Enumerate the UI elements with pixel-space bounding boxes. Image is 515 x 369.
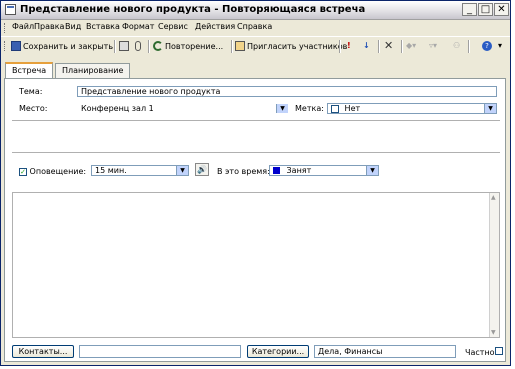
- menu-format[interactable]: Формат: [122, 22, 154, 31]
- save-icon: [11, 41, 21, 51]
- toolbar-separator: [231, 40, 233, 53]
- divider: [12, 120, 500, 121]
- next-item-button[interactable]: ▿▾: [429, 41, 437, 50]
- save-close-button[interactable]: Сохранить и закрыть: [11, 41, 113, 51]
- toolbar-separator: [148, 40, 150, 53]
- categories-field[interactable]: Дела, Финансы: [314, 345, 456, 358]
- label-value: Нет: [344, 104, 361, 113]
- label-dropdown-icon[interactable]: ▼: [484, 104, 496, 113]
- notes-scrollbar[interactable]: ▲ ▼: [489, 193, 499, 337]
- toolbar-separator: [401, 40, 403, 53]
- menu-file[interactable]: Файл: [12, 22, 34, 31]
- label-select[interactable]: Нет ▼: [327, 103, 497, 114]
- previous-arrow-icon: ◆▾: [406, 41, 417, 50]
- toolbar-separator: [378, 40, 380, 53]
- minimize-button[interactable]: _: [462, 3, 477, 16]
- location-field[interactable]: Конференц зал 1 ▼: [77, 103, 289, 114]
- next-arrow-icon: ▿▾: [429, 41, 438, 50]
- label-color-swatch: [331, 104, 339, 113]
- location-label: Место:: [19, 104, 48, 113]
- attach-button[interactable]: [135, 41, 141, 51]
- importance-low-button[interactable]: ↓: [363, 41, 370, 50]
- title-bar: Представление нового продукта - Повторяю…: [1, 1, 510, 20]
- label-label: Метка:: [295, 104, 324, 113]
- appointment-icon: [5, 4, 16, 15]
- menu-tools[interactable]: Сервис: [158, 22, 188, 31]
- recurrence-button[interactable]: Повторение...: [153, 41, 223, 51]
- recurrence-icon: [153, 41, 163, 51]
- standard-toolbar: Сохранить и закрыть Повторение... Пригла…: [1, 36, 510, 57]
- reminder-select[interactable]: 15 мин. ▼: [91, 165, 189, 176]
- reminder-checkbox[interactable]: ✓: [19, 167, 27, 176]
- location-dropdown-icon[interactable]: ▼: [276, 104, 288, 113]
- contacts-button[interactable]: Контакты...: [12, 345, 74, 358]
- contacts-field[interactable]: [79, 345, 241, 358]
- importance-high-button[interactable]: !: [347, 41, 351, 50]
- menu-bar: Файл Правка Вид Вставка Формат Сервис Де…: [1, 20, 510, 35]
- show-as-label: В это время:: [217, 167, 270, 176]
- location-value: Конференц зал 1: [81, 104, 154, 113]
- appointment-panel: Тема: Представление нового продукта Мест…: [4, 78, 506, 362]
- toolbar-separator: [339, 40, 341, 53]
- printer-icon: [119, 41, 129, 51]
- help-button[interactable]: ?: [482, 41, 492, 51]
- print-button[interactable]: [119, 41, 129, 51]
- show-as-value: Занят: [286, 166, 312, 175]
- scroll-down-icon[interactable]: ▼: [491, 329, 496, 336]
- previous-item-button[interactable]: ◆▾: [406, 41, 416, 50]
- address-book-button[interactable]: ⚇: [453, 41, 460, 50]
- menu-grip: [4, 23, 7, 33]
- reminder-toggle[interactable]: ✓ Оповещение:: [19, 167, 86, 176]
- menu-insert[interactable]: Вставка: [86, 22, 120, 31]
- window-title: Представление нового продукта - Повторяю…: [20, 4, 366, 15]
- recurrence-label: Повторение...: [165, 41, 224, 51]
- reminder-sound-button[interactable]: 🔊: [195, 163, 209, 176]
- invite-icon: [235, 41, 245, 51]
- invite-label: Пригласить участников: [247, 41, 348, 51]
- down-arrow-icon: ↓: [363, 41, 370, 50]
- show-as-select[interactable]: Занят ▼: [269, 165, 379, 176]
- reminder-value: 15 мин.: [95, 166, 127, 175]
- scroll-up-icon[interactable]: ▲: [491, 194, 496, 201]
- delete-x-icon: ✕: [384, 39, 394, 52]
- menu-view[interactable]: Вид: [65, 22, 81, 31]
- menu-actions[interactable]: Действия: [195, 22, 235, 31]
- invite-attendees-button[interactable]: Пригласить участников: [235, 41, 347, 51]
- toolbar-separator: [114, 40, 116, 53]
- address-book-icon: ⚇: [453, 41, 461, 50]
- show-as-dropdown-icon[interactable]: ▼: [366, 166, 378, 175]
- notes-area[interactable]: ▲ ▼: [12, 192, 500, 338]
- exclamation-icon: !: [347, 41, 351, 50]
- close-button[interactable]: ✕: [494, 3, 509, 16]
- private-checkbox[interactable]: [495, 347, 503, 355]
- maximize-button[interactable]: □: [478, 3, 493, 16]
- subject-label: Тема:: [19, 87, 43, 96]
- menu-edit[interactable]: Правка: [34, 22, 64, 31]
- speaker-icon: 🔊: [197, 165, 207, 174]
- paperclip-icon: [135, 41, 141, 51]
- toolbar-options-button[interactable]: ▾: [498, 41, 502, 50]
- divider: [12, 152, 500, 153]
- busy-color-swatch: [273, 167, 280, 174]
- categories-button[interactable]: Категории...: [247, 345, 309, 358]
- help-icon: ?: [482, 41, 492, 51]
- reminder-label: Оповещение:: [29, 167, 87, 176]
- toolbar-grip: [4, 41, 7, 51]
- subject-field[interactable]: Представление нового продукта: [77, 86, 497, 97]
- toolbar-separator: [468, 40, 470, 53]
- chevron-down-icon: ▾: [498, 41, 503, 50]
- appointment-window: Представление нового продукта - Повторяю…: [0, 0, 511, 366]
- reminder-dropdown-icon[interactable]: ▼: [176, 166, 188, 175]
- save-close-label: Сохранить и закрыть: [23, 41, 114, 51]
- menu-help[interactable]: Справка: [237, 22, 272, 31]
- delete-button[interactable]: ✕: [384, 39, 393, 52]
- tab-scheduling[interactable]: Планирование: [55, 63, 131, 78]
